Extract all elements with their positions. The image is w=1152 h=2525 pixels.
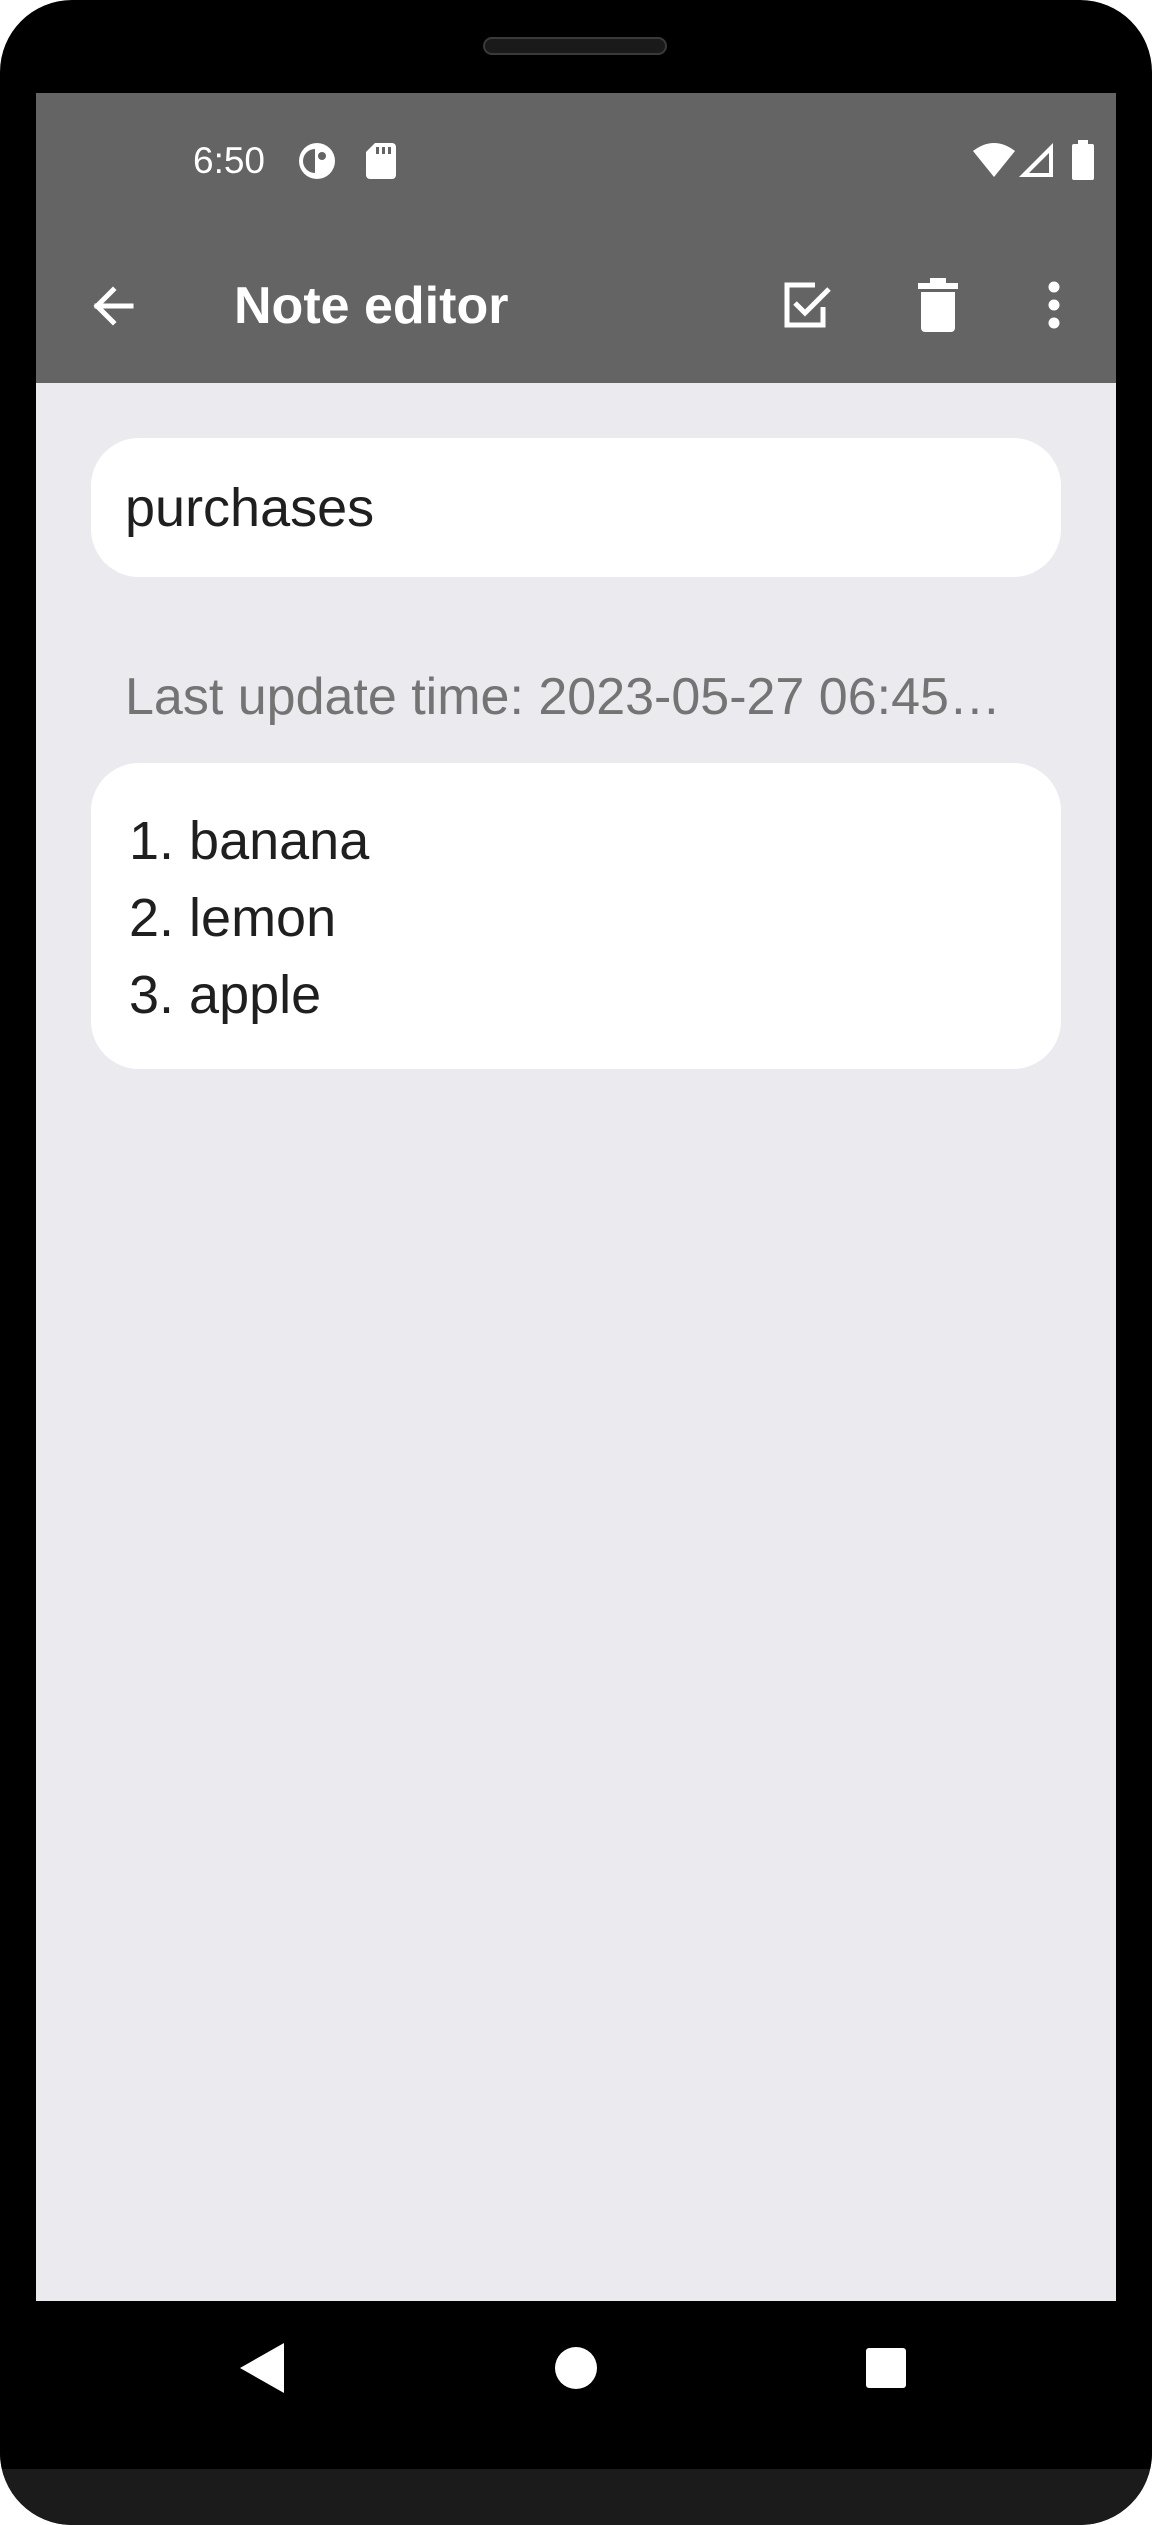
note-body-field[interactable]: 1. banana 2. lemon 3. apple bbox=[91, 763, 1061, 1069]
phone-chin bbox=[0, 2469, 1152, 2525]
nav-home-button[interactable] bbox=[521, 2313, 631, 2423]
checkbox-icon bbox=[784, 282, 831, 328]
phone-frame: 6:50 Note editor purchases Last update t… bbox=[0, 0, 1152, 2525]
status-time: 6:50 bbox=[193, 140, 266, 181]
more-vert-icon bbox=[1048, 281, 1060, 329]
arrow-back-icon bbox=[93, 286, 134, 326]
note-body-line: 1. banana bbox=[129, 811, 370, 871]
back-button[interactable] bbox=[63, 256, 163, 356]
navigation-bar bbox=[0, 2301, 1152, 2469]
recents-square-icon bbox=[866, 2348, 906, 2388]
trash-icon bbox=[918, 278, 958, 332]
data-saver-icon bbox=[297, 141, 337, 186]
note-body-line: 2. lemon bbox=[129, 888, 337, 948]
nav-back-button[interactable] bbox=[207, 2313, 317, 2423]
note-body-line: 3. apple bbox=[129, 965, 322, 1025]
note-title-input[interactable] bbox=[125, 476, 1027, 539]
battery-icon bbox=[1072, 140, 1094, 185]
home-circle-icon bbox=[555, 2347, 597, 2389]
sd-card-icon bbox=[366, 143, 396, 184]
delete-button[interactable] bbox=[888, 255, 988, 355]
save-button[interactable] bbox=[757, 255, 857, 355]
status-bar: 6:50 bbox=[36, 93, 1116, 229]
back-triangle-icon bbox=[240, 2343, 284, 2393]
earpiece-speaker bbox=[483, 37, 667, 55]
app-title: Note editor bbox=[234, 277, 509, 335]
wifi-icon bbox=[973, 143, 1015, 182]
app-bar: Note editor bbox=[36, 229, 1116, 383]
last-update-time: Last update time: 2023-05-27 06:45… bbox=[125, 668, 1001, 726]
screen: 6:50 Note editor purchases Last update t… bbox=[36, 93, 1116, 2301]
note-title-field[interactable] bbox=[91, 438, 1061, 577]
more-options-button[interactable] bbox=[1004, 255, 1104, 355]
cell-signal-icon bbox=[1019, 143, 1053, 182]
nav-recents-button[interactable] bbox=[831, 2313, 941, 2423]
